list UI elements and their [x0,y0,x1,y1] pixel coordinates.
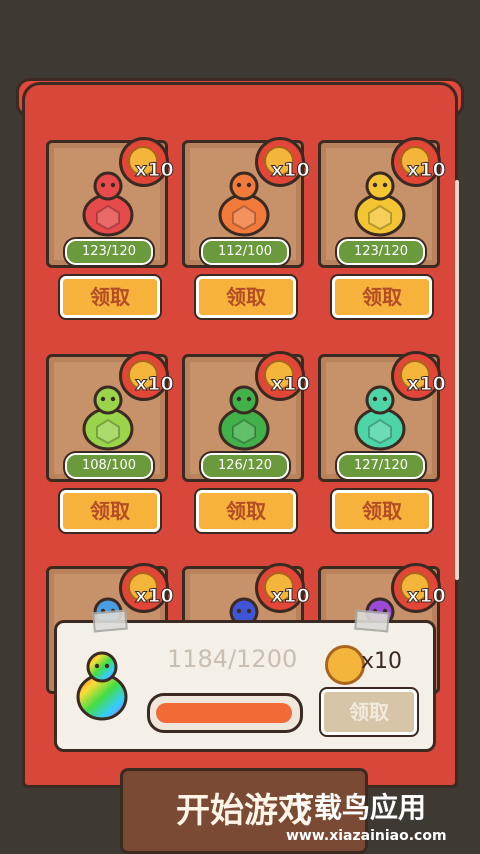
claim-button[interactable]: 领取 [196,490,296,532]
collect-progress-count: 126/120 [201,453,289,479]
watermark: 下载鸟应用 www.xiazainiao.com [286,786,476,850]
collect-progress-count: 123/120 [337,239,425,265]
reward-multiplier: x10 [271,159,311,182]
collect-progress-count: 123/120 [65,239,153,265]
overall-progress-bar [147,693,303,733]
claim-button[interactable]: 领取 [60,490,160,532]
collection-slot: x10 112/100 [182,137,310,268]
coin-icon [325,645,365,685]
collection-slot: x10 123/120 [318,137,446,268]
watermark-url: www.xiazainiao.com [286,828,447,844]
reward-multiplier: x10 [135,373,175,396]
claim-button[interactable]: 领取 [60,276,160,318]
collection-slot: x10 127/120 [318,351,446,482]
claim-button[interactable]: 领取 [332,490,432,532]
turtle-display-box: x10 112/100 [182,137,310,268]
bottom-progress-panel: 1184/1200 x10 领取 [54,609,436,752]
reward-multiplier: x10 [271,585,311,608]
overall-reward: x10 [361,649,403,674]
tape-right [354,609,390,633]
turtle-display-box: x10 127/120 [318,351,446,482]
turtle-display-box: x10 108/100 [46,351,174,482]
collect-progress-count: 108/100 [65,453,153,479]
overall-claim-button[interactable]: 领取 [321,689,417,735]
reward-multiplier: x10 [407,159,447,182]
overall-progress-count: 1184/1200 [167,645,298,673]
rainbow-turtle-icon [76,651,128,721]
reward-multiplier: x10 [271,373,311,396]
claim-button[interactable]: 领取 [196,276,296,318]
turtle-display-box: x10 126/120 [182,351,310,482]
collect-progress-count: 112/100 [201,239,289,265]
tape-left [92,609,128,633]
claim-button[interactable]: 领取 [332,276,432,318]
reward-multiplier: x10 [135,585,175,608]
reward-multiplier: x10 [407,373,447,396]
scrollbar[interactable] [455,180,459,580]
collect-progress-count: 127/120 [337,453,425,479]
reward-multiplier: x10 [407,585,447,608]
collection-slot: x10 108/100 [46,351,174,482]
turtle-display-box: x10 123/120 [318,137,446,268]
collection-slot: x10 123/120 [46,137,174,268]
collection-slot: x10 126/120 [182,351,310,482]
progress-fill [156,703,292,723]
reward-multiplier: x10 [135,159,175,182]
turtle-display-box: x10 123/120 [46,137,174,268]
watermark-title: 下载鸟应用 [286,791,427,824]
